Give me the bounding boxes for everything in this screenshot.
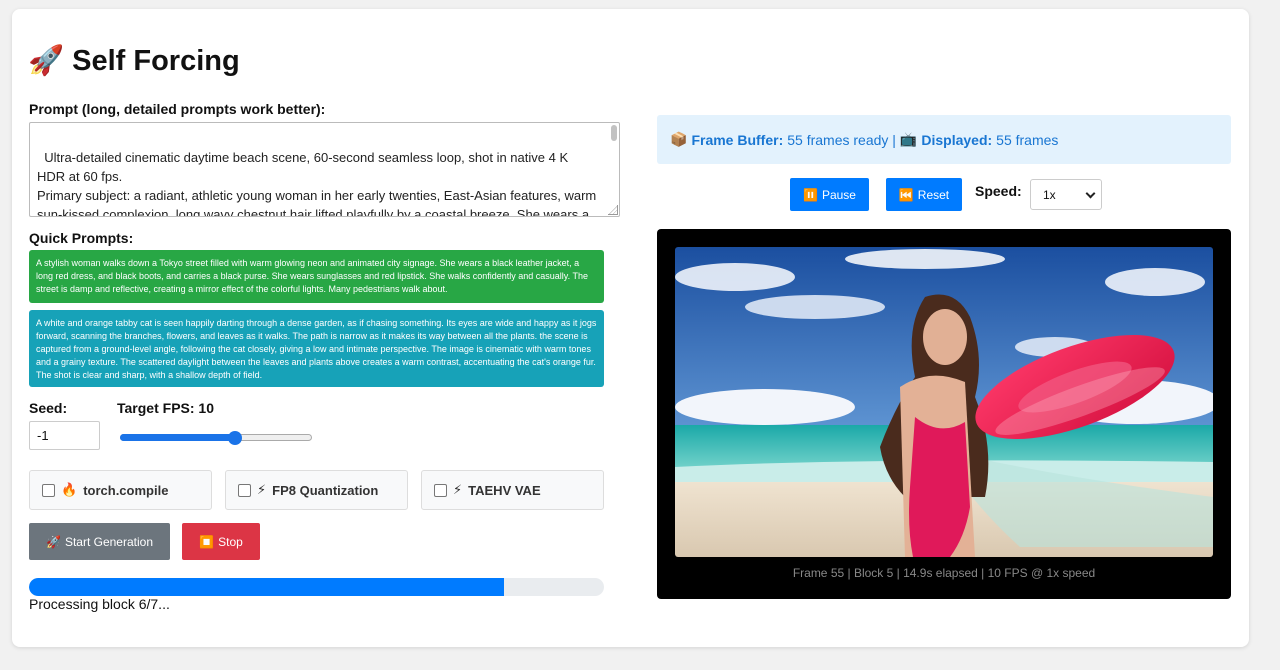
stop-label: Stop bbox=[218, 534, 243, 549]
page-title: 🚀 Self Forcing bbox=[28, 44, 240, 78]
pause-icon: ⏸️ bbox=[803, 187, 818, 202]
video-frame bbox=[675, 247, 1213, 557]
prompt-text: Ultra-detailed cinematic daytime beach s… bbox=[37, 150, 597, 217]
seed-input[interactable] bbox=[29, 421, 100, 450]
pause-button[interactable]: ⏸️ Pause bbox=[790, 178, 869, 211]
video-caption: Frame 55 | Block 5 | 14.9s elapsed | 10 … bbox=[792, 566, 1096, 580]
start-generation-label: Start Generation bbox=[64, 534, 153, 549]
quick-prompts-label: Quick Prompts: bbox=[29, 230, 134, 246]
displayed-label: Displayed: bbox=[921, 131, 993, 148]
status-text: Processing block 6/7... bbox=[29, 596, 170, 612]
video-frame-image bbox=[675, 247, 1213, 557]
option-taehv-vae[interactable]: ⚡ TAEHV VAE bbox=[421, 470, 604, 510]
option-torch-compile[interactable]: 🔥 torch.compile bbox=[29, 470, 212, 510]
progress-bar bbox=[29, 578, 604, 596]
package-icon: 📦 bbox=[670, 131, 688, 147]
speed-label: Speed: bbox=[975, 183, 1022, 199]
fp8-quantization-checkbox[interactable] bbox=[238, 483, 251, 497]
target-fps-label: Target FPS: 10 bbox=[117, 400, 214, 416]
fps-slider-fill bbox=[120, 434, 236, 441]
frame-buffer-label: Frame Buffer: bbox=[691, 131, 784, 148]
tv-icon: 📺 bbox=[899, 131, 918, 147]
speed-value: 1x bbox=[1043, 187, 1056, 202]
video-panel: Frame 55 | Block 5 | 14.9s elapsed | 10 … bbox=[657, 229, 1231, 599]
fps-slider-thumb[interactable] bbox=[228, 431, 243, 445]
lightning-icon: ⚡ bbox=[453, 482, 463, 497]
fire-icon: 🔥 bbox=[61, 482, 78, 497]
frame-buffer-value: 55 frames ready | bbox=[787, 131, 896, 148]
seed-label: Seed: bbox=[29, 400, 68, 416]
progress-fill bbox=[29, 578, 504, 596]
torch-compile-checkbox[interactable] bbox=[42, 483, 55, 497]
quick-prompt-tokyo[interactable]: A stylish woman walks down a Tokyo stree… bbox=[29, 250, 604, 303]
prompt-label: Prompt (long, detailed prompts work bett… bbox=[29, 101, 326, 117]
reset-button[interactable]: ⏮️ Reset bbox=[886, 178, 962, 211]
chevron-down-icon bbox=[1085, 188, 1096, 199]
start-generation-button[interactable]: 🚀 Start Generation bbox=[29, 523, 170, 560]
rewind-icon: ⏮️ bbox=[898, 187, 914, 202]
stop-icon: ⏹️ bbox=[199, 534, 215, 549]
fps-slider[interactable] bbox=[120, 431, 312, 445]
displayed-value: 55 frames bbox=[996, 131, 1059, 148]
fp8-quantization-label: FP8 Quantization bbox=[272, 482, 379, 498]
prompt-scrollbar[interactable] bbox=[611, 125, 617, 141]
quick-prompt-cat[interactable]: A white and orange tabby cat is seen hap… bbox=[29, 310, 604, 387]
frame-buffer-status: 📦 Frame Buffer: 55 frames ready | 📺 Disp… bbox=[657, 115, 1231, 164]
pause-label: Pause bbox=[821, 187, 856, 202]
taehv-vae-checkbox[interactable] bbox=[434, 483, 447, 497]
taehv-vae-label: TAEHV VAE bbox=[468, 482, 541, 498]
prompt-textarea[interactable]: Ultra-detailed cinematic daytime beach s… bbox=[29, 122, 620, 217]
reset-label: Reset bbox=[917, 187, 950, 202]
torch-compile-label: torch.compile bbox=[83, 482, 169, 498]
lightning-icon: ⚡ bbox=[257, 482, 267, 497]
app-title: Self Forcing bbox=[72, 44, 240, 77]
option-fp8-quantization[interactable]: ⚡ FP8 Quantization bbox=[225, 470, 408, 510]
speed-select[interactable]: 1x bbox=[1030, 179, 1102, 210]
rocket-icon: 🚀 bbox=[45, 534, 61, 549]
rocket-icon: 🚀 bbox=[28, 45, 65, 77]
stop-button[interactable]: ⏹️ Stop bbox=[182, 523, 260, 560]
resize-grip-icon[interactable] bbox=[608, 205, 618, 215]
